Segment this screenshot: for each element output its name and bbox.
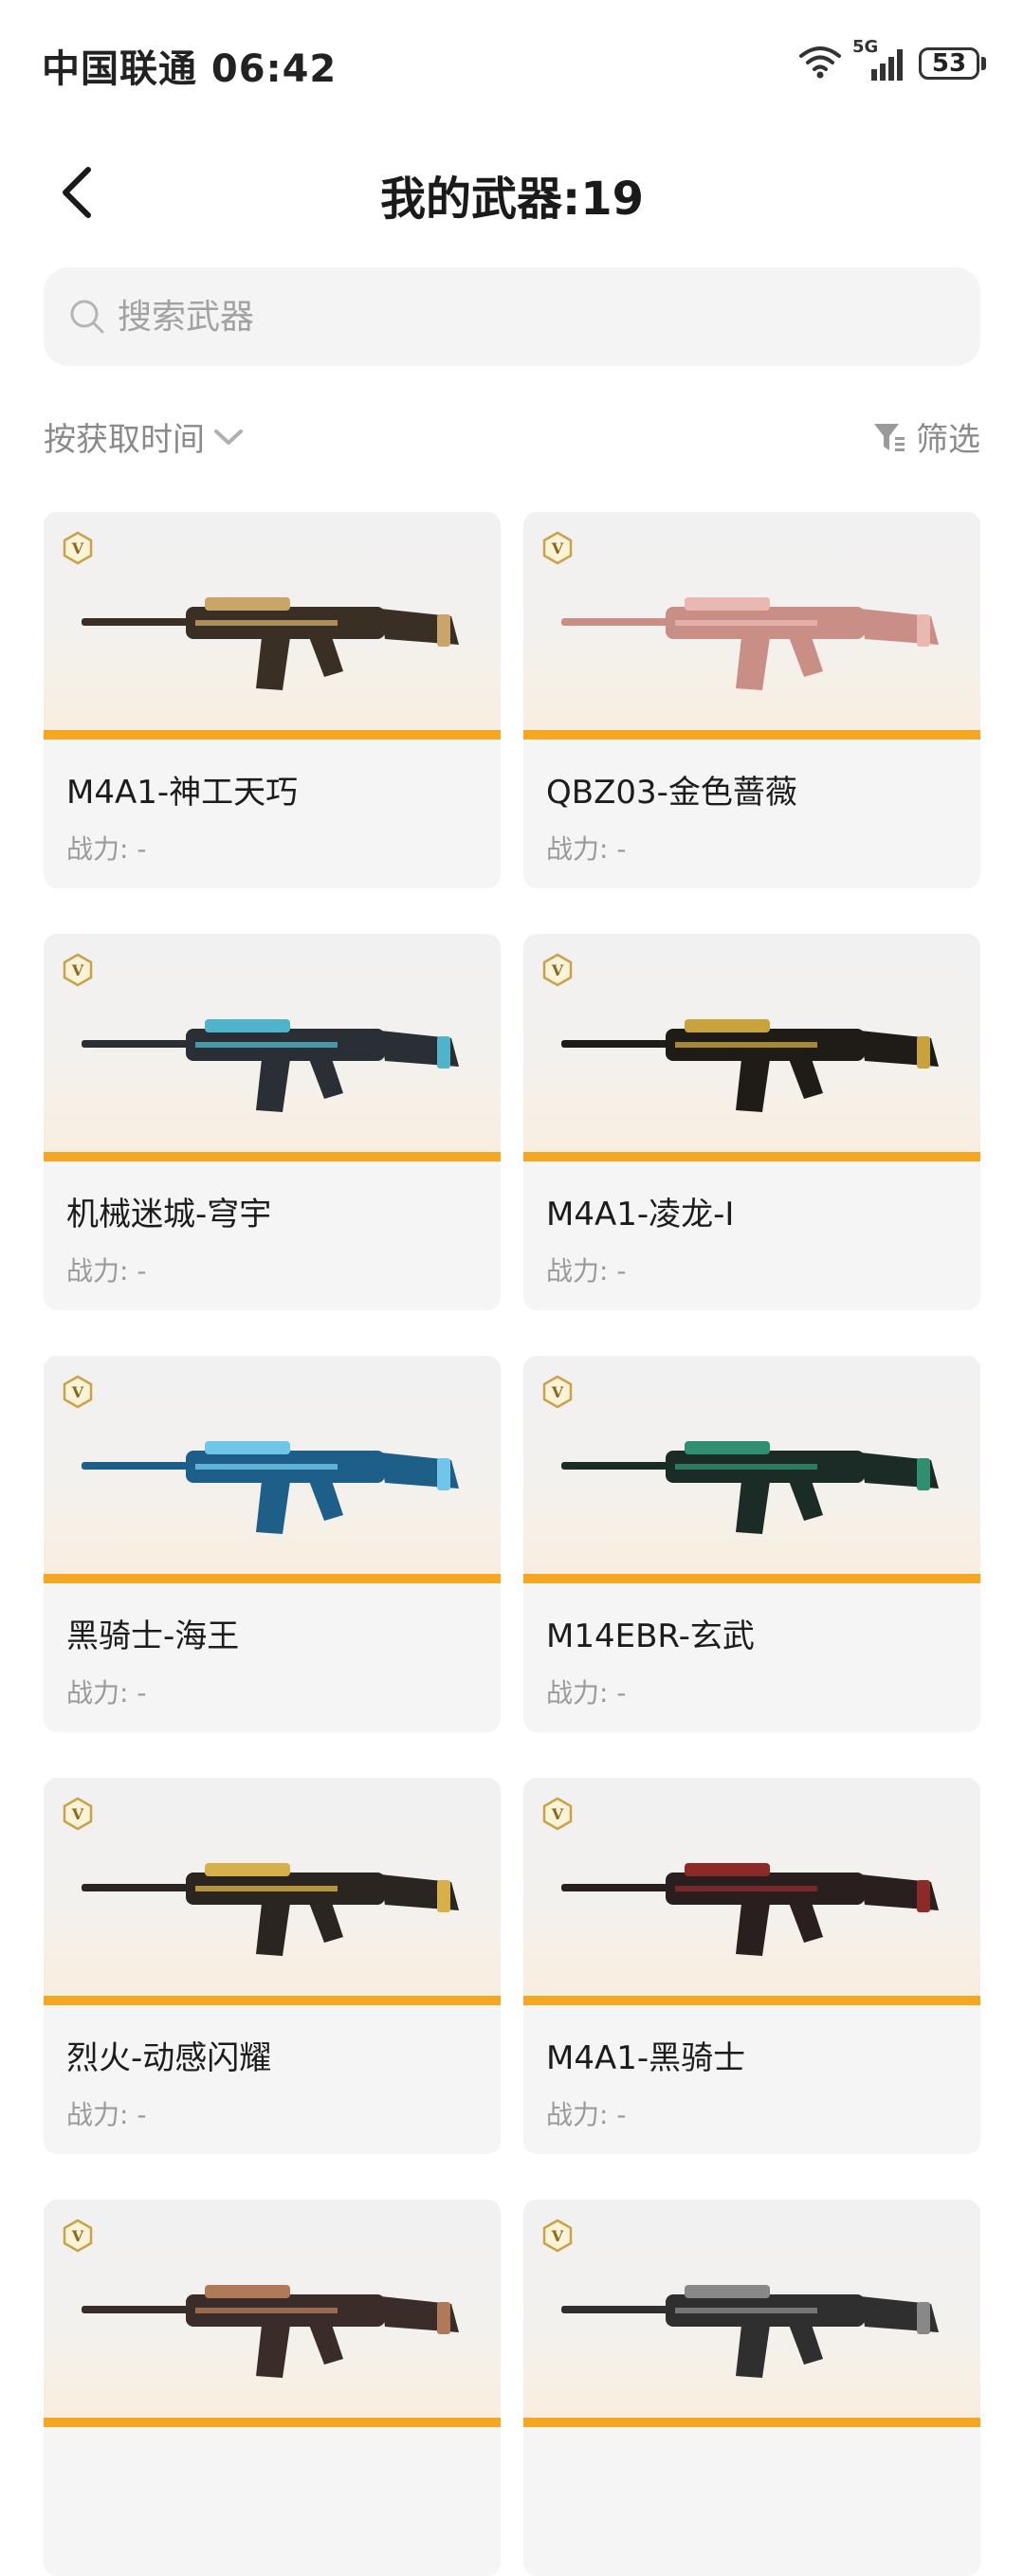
weapon-name: M4A1-神工天巧 bbox=[66, 774, 299, 812]
sort-filter-bar: 按获取时间 筛选 bbox=[44, 408, 980, 465]
weapon-image: V bbox=[523, 2200, 980, 2427]
weapon-image: V bbox=[523, 1778, 980, 2005]
rifle-icon bbox=[82, 2285, 459, 2378]
weapon-card[interactable]: V 机械迷城-穹宇战力: - bbox=[44, 934, 501, 1310]
weapon-card[interactable]: V M4A1-神工天巧战力: - bbox=[44, 512, 501, 888]
weapon-card[interactable]: V M14EBR-玄武战力: - bbox=[523, 1356, 980, 1732]
status-bar: 中国联通 06:42 5G 53 bbox=[0, 0, 1024, 123]
weapon-power: 战力: - bbox=[546, 1255, 627, 1287]
weapon-card[interactable]: V 烈火-动感闪耀战力: - bbox=[44, 1778, 501, 2154]
sort-label: 按获取时间 bbox=[44, 421, 205, 459]
filter-label: 筛选 bbox=[916, 421, 980, 459]
weapon-image: V bbox=[523, 512, 980, 740]
weapon-name: 烈火-动感闪耀 bbox=[66, 2039, 272, 2077]
search-input[interactable] bbox=[116, 296, 954, 338]
weapon-card[interactable]: V M4A1-黑骑士战力: - bbox=[523, 1778, 980, 2154]
weapon-name: M14EBR-玄武 bbox=[546, 1617, 755, 1655]
rifle-icon bbox=[561, 1019, 939, 1112]
weapon-power: 战力: - bbox=[546, 2099, 627, 2130]
rifle-icon bbox=[82, 1863, 459, 1956]
sort-dropdown[interactable]: 按获取时间 bbox=[44, 413, 245, 460]
rifle-icon bbox=[561, 1441, 939, 1534]
rifle-icon bbox=[82, 597, 459, 690]
battery-icon: 53 bbox=[919, 47, 986, 80]
weapon-image: V bbox=[44, 2200, 501, 2427]
weapon-name: M4A1-黑骑士 bbox=[546, 2039, 746, 2077]
weapon-card[interactable]: V QBZ03-金色蔷薇战力: - bbox=[523, 512, 980, 888]
rifle-icon bbox=[561, 2285, 939, 2378]
weapon-power: 战力: - bbox=[66, 1677, 147, 1708]
weapon-image: V bbox=[44, 934, 501, 1161]
weapon-image: V bbox=[523, 1356, 980, 1583]
rifle-icon bbox=[561, 597, 939, 690]
weapon-power: 战力: - bbox=[66, 833, 147, 865]
status-icons: 5G 53 bbox=[797, 37, 986, 87]
weapon-grid: V M4A1-神工天巧 战力: - V QBZ03-金色蔷薇 战力: - V 机械迷城-穹宇战… bbox=[44, 512, 980, 2576]
rifle-icon bbox=[561, 1863, 939, 1956]
weapon-power: 战力: - bbox=[546, 1677, 627, 1708]
weapon-card[interactable]: V bbox=[523, 2200, 980, 2576]
weapon-image: V bbox=[44, 1356, 501, 1583]
weapon-card[interactable]: V bbox=[44, 2200, 501, 2576]
signal-icon: 5G bbox=[852, 37, 907, 82]
weapon-name: 机械迷城-穹宇 bbox=[66, 1196, 272, 1233]
battery-level: 53 bbox=[919, 47, 979, 80]
weapon-power: 战力: - bbox=[66, 1255, 147, 1287]
search-bar[interactable] bbox=[44, 267, 980, 366]
page-title: 我的武器:19 bbox=[380, 173, 644, 226]
filter-button[interactable]: 筛选 bbox=[872, 413, 980, 460]
chevron-down-icon bbox=[214, 429, 243, 445]
filter-icon bbox=[874, 423, 905, 451]
weapon-card[interactable]: V M4A1-凌龙-I 战力: - bbox=[523, 934, 980, 1310]
carrier-time: 中国联通 06:42 bbox=[42, 47, 338, 91]
weapon-image: V bbox=[44, 1778, 501, 2005]
weapon-power: 战力: - bbox=[546, 833, 627, 865]
weapon-name: 黑骑士-海王 bbox=[66, 1617, 240, 1655]
header: 我的武器:19 bbox=[0, 142, 1024, 237]
rifle-icon bbox=[82, 1019, 459, 1112]
rifle-icon bbox=[82, 1441, 459, 1534]
weapon-name: QBZ03-金色蔷薇 bbox=[546, 774, 797, 812]
search-icon bbox=[66, 296, 108, 338]
weapon-card[interactable]: V 黑骑士-海王战力: - bbox=[44, 1356, 501, 1732]
weapon-image: V bbox=[523, 934, 980, 1161]
weapon-power: 战力: - bbox=[66, 2099, 147, 2130]
network-type: 5G bbox=[852, 37, 879, 57]
weapon-name: M4A1-凌龙-I bbox=[546, 1196, 735, 1233]
wifi-icon bbox=[797, 43, 843, 84]
weapon-image: V bbox=[44, 512, 501, 740]
